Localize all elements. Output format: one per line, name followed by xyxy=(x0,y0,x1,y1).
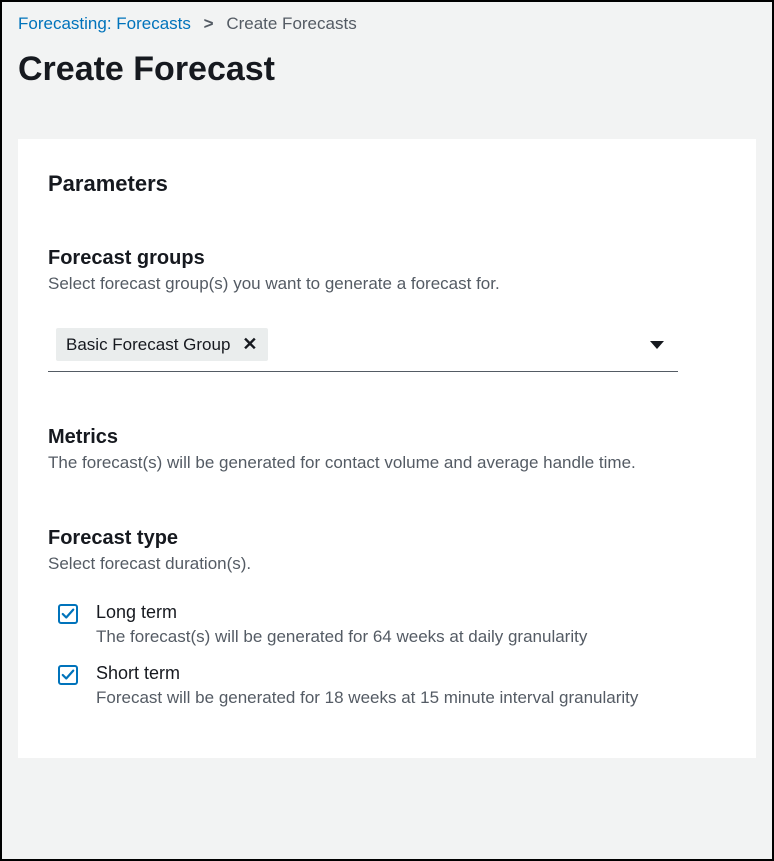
forecast-type-help: Select forecast duration(s). xyxy=(48,554,726,574)
close-icon[interactable]: ✕ xyxy=(242,334,257,355)
forecast-groups-select[interactable]: Basic Forecast Group ✕ xyxy=(48,322,678,372)
chip-label: Basic Forecast Group xyxy=(66,335,230,355)
forecast-option-short-term: Short term Forecast will be generated fo… xyxy=(58,663,726,708)
metrics-help: The forecast(s) will be generated for co… xyxy=(48,453,726,473)
forecast-option-long-term: Long term The forecast(s) will be genera… xyxy=(58,602,726,647)
metrics-heading: Metrics xyxy=(48,426,726,449)
option-label: Short term xyxy=(96,663,726,684)
chevron-down-icon[interactable] xyxy=(650,341,664,349)
checkbox-content: Short term Forecast will be generated fo… xyxy=(96,663,726,708)
option-label: Long term xyxy=(96,602,726,623)
checkbox-long-term[interactable] xyxy=(58,604,78,624)
forecast-groups-help: Select forecast group(s) you want to gen… xyxy=(48,274,726,294)
checkbox-content: Long term The forecast(s) will be genera… xyxy=(96,602,726,647)
check-icon xyxy=(61,668,75,682)
check-icon xyxy=(61,607,75,621)
breadcrumb-current: Create Forecasts xyxy=(226,14,356,33)
option-description: Forecast will be generated for 18 weeks … xyxy=(96,688,726,708)
option-description: The forecast(s) will be generated for 64… xyxy=(96,627,726,647)
panel-title: Parameters xyxy=(48,171,726,197)
forecast-groups-heading: Forecast groups xyxy=(48,247,726,270)
forecast-type-heading: Forecast type xyxy=(48,527,726,550)
forecast-type-section: Forecast type Select forecast duration(s… xyxy=(48,527,726,708)
forecast-groups-section: Forecast groups Select forecast group(s)… xyxy=(48,247,726,372)
breadcrumb-separator-icon: > xyxy=(204,14,214,33)
metrics-section: Metrics The forecast(s) will be generate… xyxy=(48,426,726,473)
breadcrumb: Forecasting: Forecasts > Create Forecast… xyxy=(2,2,772,42)
breadcrumb-root-link[interactable]: Forecasting: Forecasts xyxy=(18,14,191,33)
selected-group-chip: Basic Forecast Group ✕ xyxy=(56,328,268,361)
parameters-panel: Parameters Forecast groups Select foreca… xyxy=(18,139,756,758)
checkbox-short-term[interactable] xyxy=(58,665,78,685)
page-title: Create Forecast xyxy=(2,42,772,139)
forecast-type-options: Long term The forecast(s) will be genera… xyxy=(48,602,726,708)
